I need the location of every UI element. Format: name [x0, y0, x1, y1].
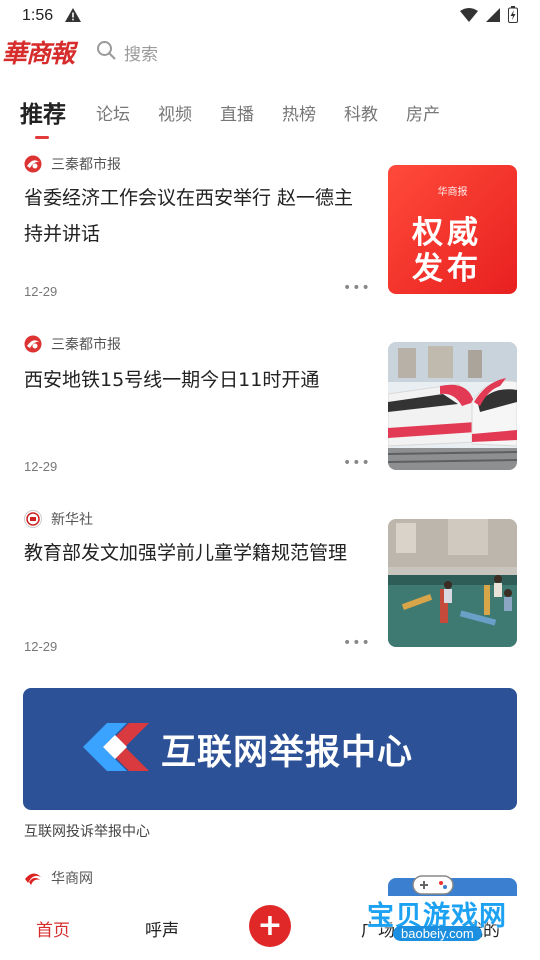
- news-source: 三秦都市报: [24, 154, 121, 174]
- tab-forum[interactable]: 论坛: [96, 100, 130, 125]
- battery-icon: [508, 5, 518, 27]
- thumbnail-caption: 华商报: [437, 187, 468, 198]
- news-title[interactable]: 西安地铁15号线一期今日11时开通: [24, 362, 364, 398]
- site-watermark: 宝贝游戏网 baobeiy.com: [365, 875, 515, 950]
- tab-live[interactable]: 直播: [220, 100, 254, 125]
- warning-icon: [65, 7, 82, 26]
- tab-real-estate[interactable]: 房产: [406, 100, 440, 125]
- news-date: 12-29: [24, 639, 58, 654]
- watermark-url: baobeiy.com: [393, 926, 482, 941]
- source-logo-icon: [24, 510, 42, 528]
- tab-hot-list[interactable]: 热榜: [282, 100, 316, 125]
- search-icon: [96, 40, 116, 65]
- status-bar: 1:56: [0, 0, 540, 32]
- news-thumbnail[interactable]: 华商报 权威发布: [388, 165, 517, 294]
- news-thumbnail-metro-train[interactable]: [388, 342, 517, 470]
- status-time: 1:56: [22, 7, 54, 24]
- more-options-icon[interactable]: •••: [343, 455, 371, 471]
- news-source: 华商网: [24, 868, 93, 888]
- search-placeholder[interactable]: 搜索: [124, 40, 158, 65]
- publish-plus-button[interactable]: +: [249, 905, 291, 947]
- news-item[interactable]: 新华社 教育部发文加强学前儿童学籍规范管理 12-29 •••: [0, 505, 540, 665]
- category-tabs: 推荐 论坛 视频 直播 热榜 科教 房产: [0, 90, 540, 134]
- search-bar[interactable]: 搜索: [96, 40, 158, 65]
- news-date: 12-29: [24, 284, 58, 299]
- news-source-name: 华商网: [51, 871, 93, 887]
- report-center-logo-icon: [83, 714, 149, 784]
- source-logo-icon: [24, 335, 42, 353]
- tab-science-education[interactable]: 科教: [344, 100, 378, 125]
- signal-icon: [486, 7, 500, 26]
- top-bar: 華商報 搜索: [0, 32, 540, 72]
- plus-icon: +: [257, 908, 283, 943]
- active-tab-indicator: [35, 136, 49, 139]
- news-date: 12-29: [24, 459, 58, 474]
- wifi-icon: [460, 7, 478, 26]
- news-source-name: 新华社: [51, 512, 93, 528]
- news-item[interactable]: 三秦都市报 省委经济工作会议在西安举行 赵一德主持并讲话 12-29 ••• 华…: [0, 150, 540, 310]
- banner-caption: 互联网投诉举报中心: [24, 824, 150, 840]
- app-logo[interactable]: 華商報: [2, 34, 84, 70]
- news-source: 新华社: [24, 509, 93, 529]
- more-options-icon[interactable]: •••: [343, 635, 371, 651]
- nav-home[interactable]: 首页: [36, 916, 70, 941]
- news-source-name: 三秦都市报: [51, 337, 121, 353]
- thumbnail-text: 权威发布: [412, 215, 482, 287]
- source-logo-icon: [24, 869, 42, 887]
- news-title[interactable]: 省委经济工作会议在西安举行 赵一德主持并讲话: [24, 180, 364, 252]
- news-title[interactable]: 教育部发文加强学前儿童学籍规范管理: [24, 535, 364, 571]
- tab-video[interactable]: 视频: [158, 100, 192, 125]
- news-thumbnail-kindergarten[interactable]: [388, 519, 517, 647]
- news-item[interactable]: 三秦都市报 西安地铁15号线一期今日11时开通 12-29 •••: [0, 330, 540, 480]
- tab-recommend[interactable]: 推荐: [20, 95, 66, 129]
- news-source-name: 三秦都市报: [51, 157, 121, 173]
- news-source: 三秦都市报: [24, 334, 121, 354]
- more-options-icon[interactable]: •••: [343, 280, 371, 296]
- banner-title: 互联网举报中心: [161, 732, 414, 773]
- nav-voice[interactable]: 呼声: [145, 916, 179, 941]
- source-logo-icon: [24, 155, 42, 173]
- report-center-banner[interactable]: 互联网举报中心: [23, 688, 517, 810]
